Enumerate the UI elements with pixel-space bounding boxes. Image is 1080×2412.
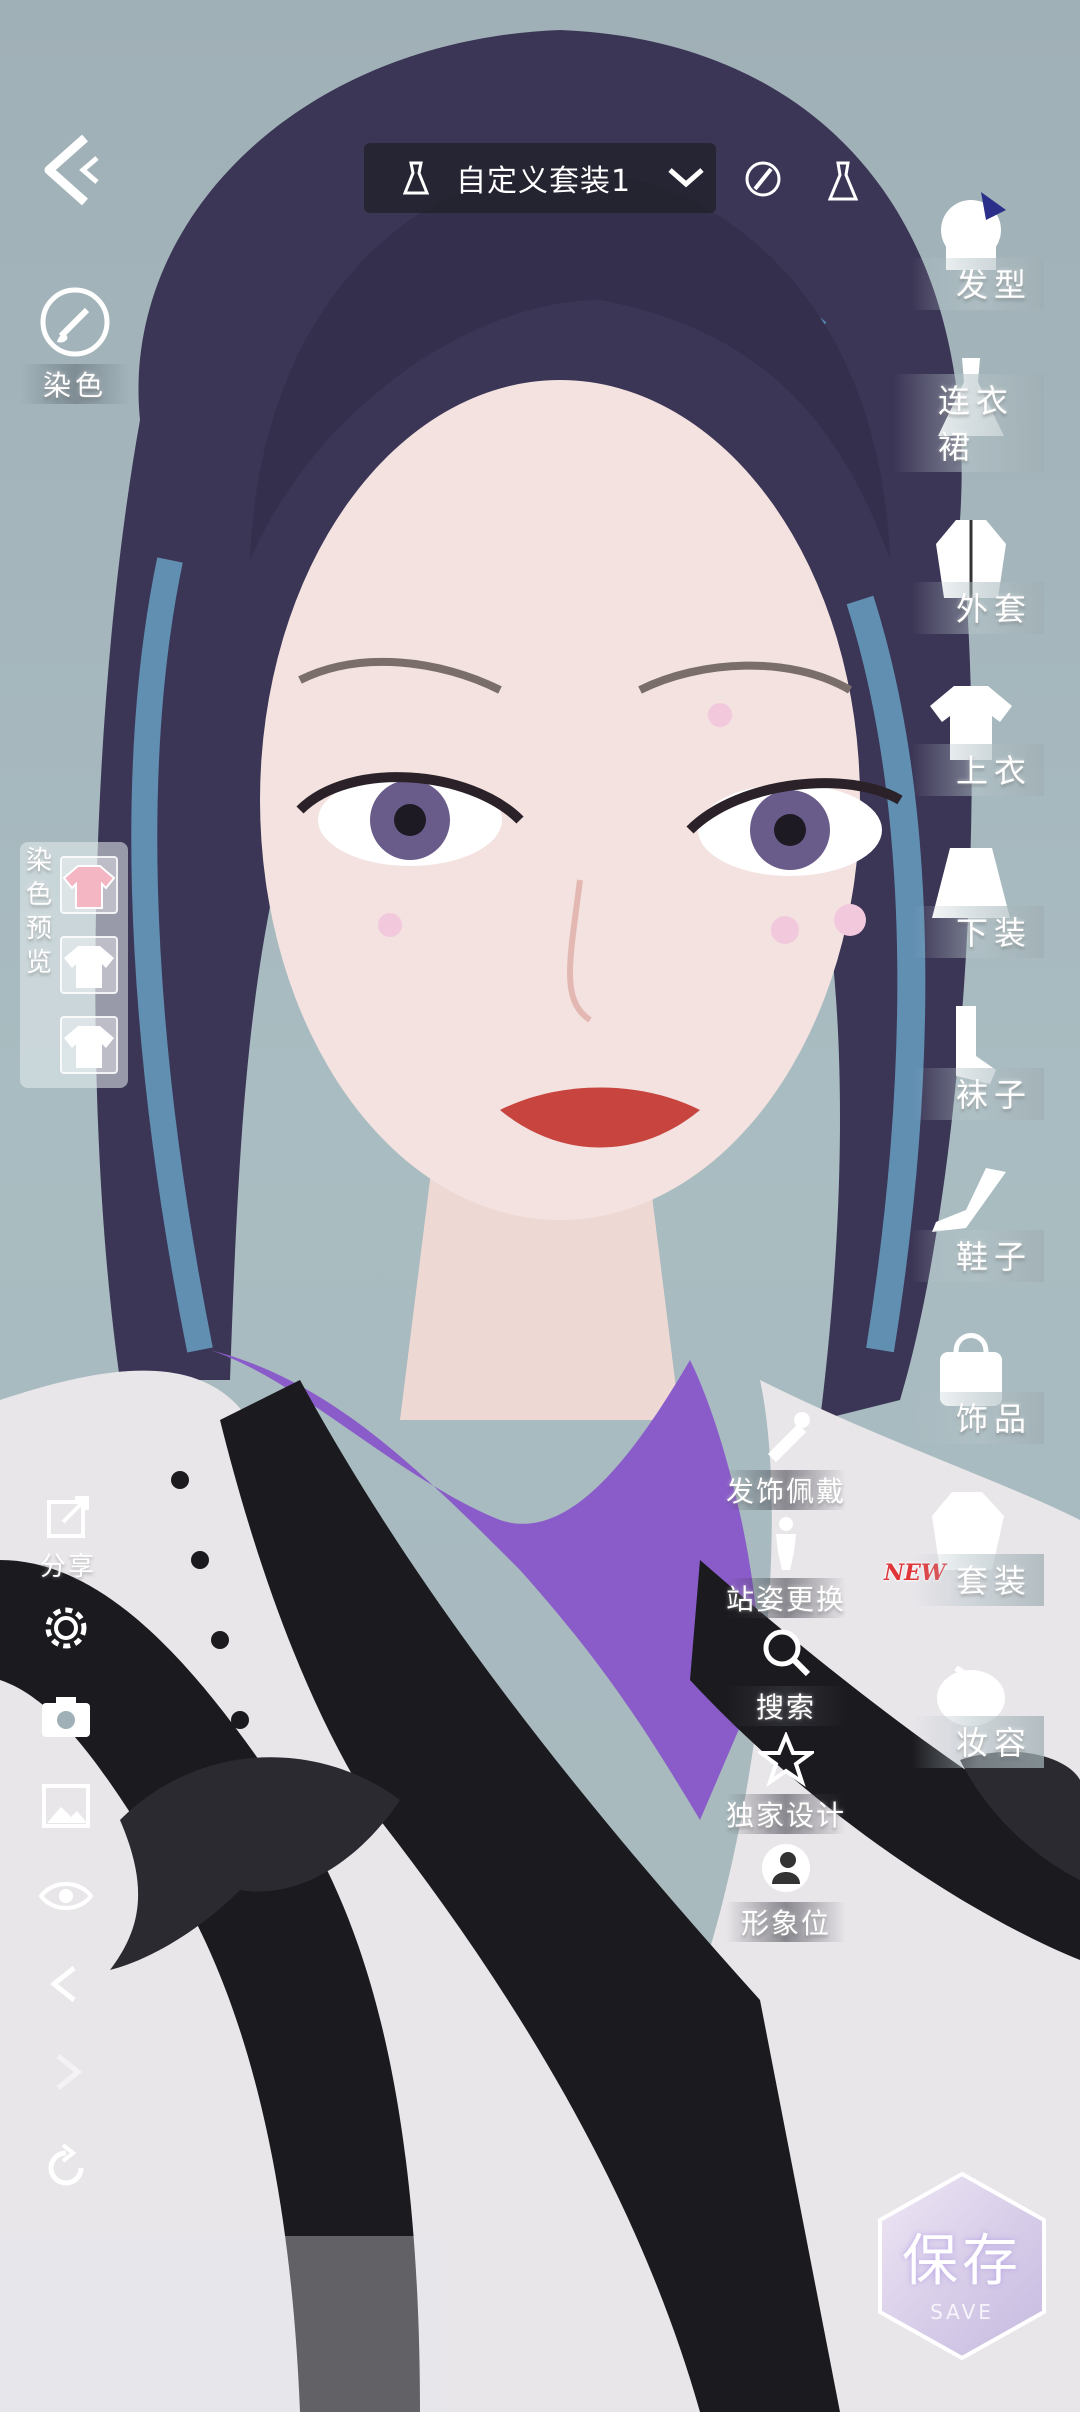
save-button[interactable]: 保存 SAVE	[872, 2168, 1052, 2364]
chevron-down-icon[interactable]	[656, 166, 716, 190]
dye-swatch-3[interactable]	[60, 1016, 118, 1074]
settings-button[interactable]	[36, 1598, 96, 1658]
category-label: 下装	[911, 906, 1044, 958]
camera-icon	[42, 1697, 90, 1737]
category-label: 饰品	[911, 1392, 1044, 1444]
outfit-info-button[interactable]	[810, 148, 876, 214]
category-label: 套装	[911, 1554, 1044, 1606]
category-label: 鞋子	[911, 1230, 1044, 1282]
dye-swatch-2[interactable]	[60, 936, 118, 994]
category-accessories[interactable]: 饰品	[894, 1324, 1044, 1444]
hair-clip-icon	[768, 1412, 810, 1462]
dye-label: 染色	[20, 364, 130, 404]
dye-button[interactable]: 染色	[20, 280, 130, 410]
dye-swatch-active[interactable]	[60, 856, 118, 914]
category-label: 妆容	[911, 1716, 1044, 1768]
eye-icon	[39, 1882, 93, 1910]
image-icon	[42, 1784, 90, 1828]
dye-brush-icon	[40, 287, 110, 357]
category-label: 发型	[911, 258, 1044, 310]
camera-button[interactable]	[36, 1686, 96, 1746]
dye-preview-panel: 染 色 预 览	[20, 842, 128, 1088]
search-icon	[763, 1629, 811, 1677]
category-hairstyle[interactable]: 发型	[894, 190, 1044, 310]
action-search[interactable]: 搜索	[726, 1624, 846, 1726]
star-icon	[754, 1730, 818, 1788]
reset-icon	[48, 2143, 84, 2186]
redo-button[interactable]	[36, 2042, 96, 2102]
share-label: 分享	[39, 1552, 96, 1582]
category-label: 外套	[911, 582, 1044, 634]
action-label: 独家设计	[726, 1794, 846, 1834]
undo-button[interactable]	[36, 1954, 96, 2014]
action-exclusive-design[interactable]: 独家设计	[726, 1730, 846, 1834]
action-hair-accessory[interactable]: 发饰佩戴	[726, 1408, 846, 1510]
portrait-icon	[762, 1844, 810, 1892]
action-change-pose[interactable]: 站姿更换	[726, 1516, 846, 1618]
bottom-panel[interactable]	[0, 2236, 444, 2412]
category-coat[interactable]: 外套	[894, 514, 1044, 634]
category-sets[interactable]: NEW 套装	[884, 1486, 1044, 1606]
shirt-icon	[64, 946, 114, 988]
reset-button[interactable]	[36, 2138, 96, 2198]
gear-icon	[45, 1607, 87, 1649]
category-label: 袜子	[911, 1068, 1044, 1120]
share-button[interactable]: 分享	[30, 1492, 106, 1583]
shirt-icon	[62, 865, 116, 909]
redo-arrow-icon	[56, 2054, 83, 2090]
category-label: 连衣裙	[894, 374, 1044, 472]
save-sublabel: SAVE	[930, 2300, 994, 2324]
dress-outline-icon	[828, 161, 858, 201]
category-dress[interactable]: 连衣裙	[894, 352, 1044, 472]
action-label: 搜索	[726, 1686, 846, 1726]
hand-pose-button[interactable]	[730, 148, 796, 214]
category-top[interactable]: 上衣	[894, 676, 1044, 796]
save-label: 保存	[902, 2229, 1022, 2294]
dye-preview-title: 染 色 预 览	[25, 846, 52, 978]
action-label: 站姿更换	[726, 1578, 846, 1618]
back-arrow-icon	[44, 134, 99, 206]
pose-icon	[745, 161, 781, 197]
back-button[interactable]	[36, 130, 106, 210]
category-makeup[interactable]: 妆容	[894, 1648, 1044, 1768]
category-bottoms[interactable]: 下装	[894, 838, 1044, 958]
gallery-button[interactable]	[36, 1776, 96, 1836]
category-socks[interactable]: 袜子	[894, 1000, 1044, 1120]
action-label: 形象位	[726, 1902, 846, 1942]
outfit-name: 自定义套装1	[456, 164, 632, 199]
category-shoes[interactable]: 鞋子	[894, 1162, 1044, 1282]
category-label: 上衣	[911, 744, 1044, 796]
dress-icon	[394, 161, 438, 195]
visibility-toggle[interactable]	[36, 1866, 96, 1926]
outfit-selector[interactable]: 自定义套装1	[364, 143, 716, 213]
action-label: 发饰佩戴	[726, 1470, 846, 1510]
action-image-slot[interactable]: 形象位	[726, 1840, 846, 1942]
undo-arrow-icon	[49, 1966, 76, 2002]
share-icon	[47, 1496, 89, 1538]
shirt-icon	[64, 1026, 114, 1068]
pose-figure-icon	[776, 1517, 796, 1570]
